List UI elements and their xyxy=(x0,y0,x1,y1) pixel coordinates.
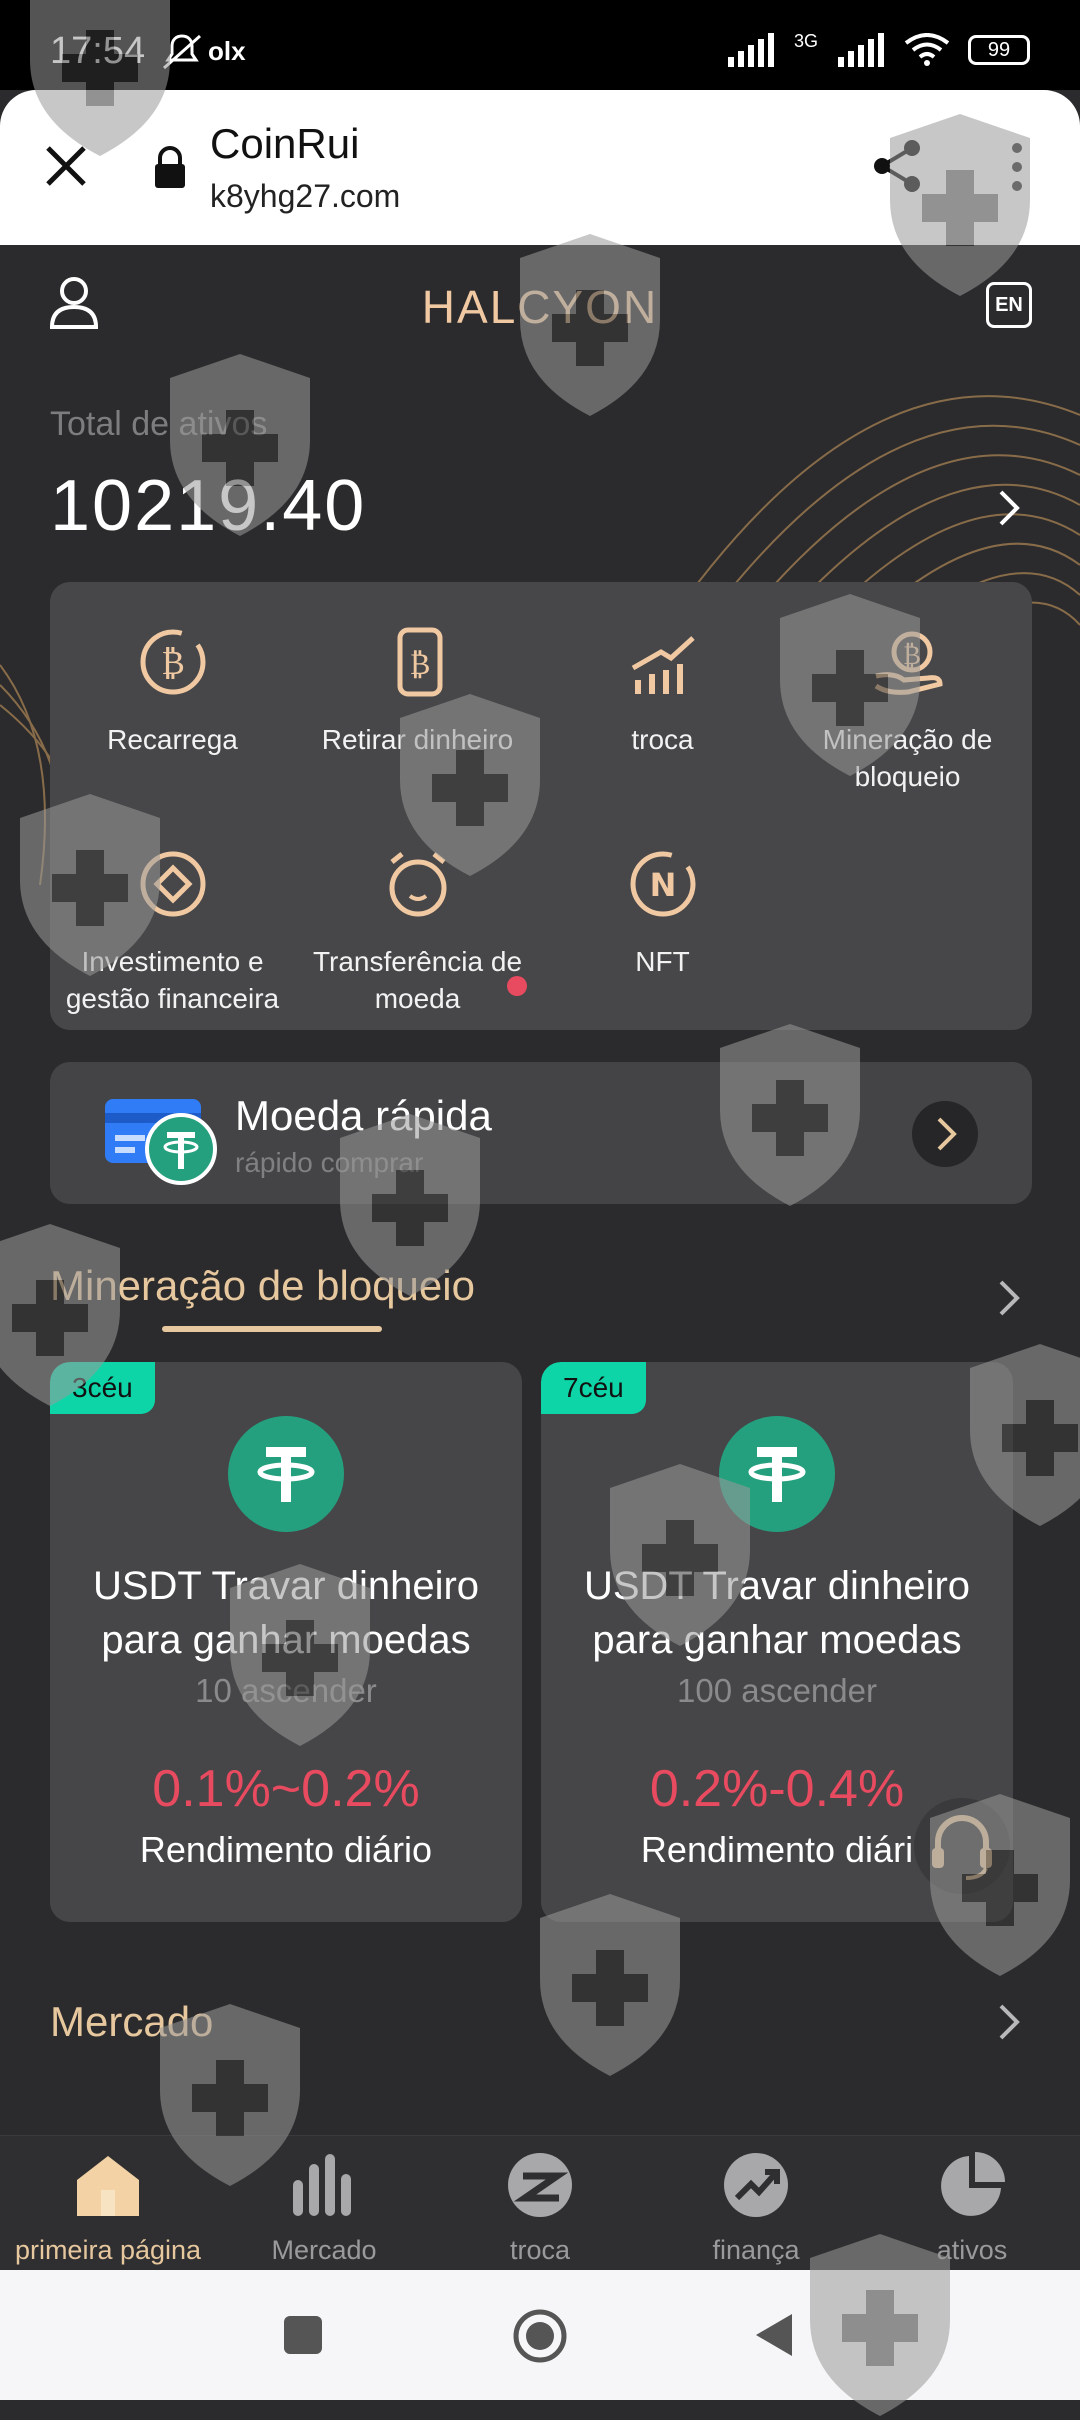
menu-label: Recarrega xyxy=(107,724,238,755)
language-button[interactable]: EN xyxy=(986,282,1032,328)
wifi-icon xyxy=(904,33,950,66)
nft-icon: N xyxy=(630,851,695,917)
quick-coin-arrow-button[interactable] xyxy=(912,1101,978,1167)
usdt-icon xyxy=(228,1416,344,1532)
mining-card-title: USDT Travar dinheiro para ganhar moedas xyxy=(541,1559,1013,1667)
bitcoin-wallet-icon: ₿ xyxy=(397,627,442,697)
svg-text:N: N xyxy=(649,866,676,904)
menu-item-investment[interactable]: Investimento e gestão financeira xyxy=(50,844,295,1017)
menu-item-transfer[interactable]: Transferência de moeda xyxy=(295,844,540,1017)
site-url: k8yhg27.com xyxy=(210,178,401,214)
mining-badge: 7céu xyxy=(541,1362,646,1414)
mining-section-title: Mineração de bloqueio xyxy=(50,1262,475,1309)
chevron-right-icon xyxy=(937,1117,957,1151)
mining-rate: 0.1%~0.2% xyxy=(152,1760,420,1818)
share-icon[interactable] xyxy=(870,138,926,199)
alarm-clock-icon xyxy=(389,852,446,917)
bar-chart-icon xyxy=(293,2154,351,2216)
customer-service-button[interactable] xyxy=(914,1798,1010,1894)
signal-icon-2 xyxy=(838,33,884,67)
notification-dot xyxy=(507,976,527,996)
pie-chart-icon xyxy=(941,2152,1005,2216)
quick-coin-subtitle: rápido comprar xyxy=(235,1147,424,1178)
title-line-2: para ganhar moedas xyxy=(101,1618,471,1662)
nav-finance[interactable]: finança xyxy=(648,2150,864,2266)
nav-label: troca xyxy=(509,2235,571,2265)
nav-trade[interactable]: troca xyxy=(432,2150,648,2266)
close-icon[interactable] xyxy=(42,142,90,195)
menu-label: Retirar dinheiro xyxy=(321,724,514,755)
menu-item-mining[interactable]: ₿ Mineração de bloqueio xyxy=(785,622,1030,795)
svg-text:₿: ₿ xyxy=(903,641,921,671)
nav-market[interactable]: Mercado xyxy=(216,2150,432,2266)
exchange-icon xyxy=(508,2153,572,2217)
card-icon xyxy=(105,1095,225,1190)
mining-more-chevron-icon[interactable] xyxy=(995,1278,1023,1323)
bitcoin-cycle-icon: ₿ xyxy=(140,629,205,695)
title-line-2: para ganhar moedas xyxy=(592,1618,962,1662)
svg-text:₿: ₿ xyxy=(161,643,185,683)
menu-item-trade[interactable]: troca xyxy=(540,622,785,758)
recent-apps-icon[interactable] xyxy=(284,2316,322,2354)
app-title: HALCYON xyxy=(421,281,659,333)
menu-item-nft[interactable]: N NFT xyxy=(540,844,785,980)
site-title: CoinRui xyxy=(210,120,360,167)
title-line-1: USDT Travar dinheiro xyxy=(92,1564,480,1608)
diamond-circle-icon xyxy=(140,851,205,917)
menu-label: Mineração de bloqueio xyxy=(822,724,993,792)
mining-rate-label: Rendimento diário xyxy=(139,1829,433,1870)
menu-label: troca xyxy=(631,724,694,755)
status-icons: 3G 99 xyxy=(726,30,1030,70)
quick-coin-title: Moeda rápida xyxy=(235,1092,492,1139)
headset-icon xyxy=(932,1815,992,1880)
svg-text:₿: ₿ xyxy=(409,647,430,682)
market-more-chevron-icon[interactable] xyxy=(995,2002,1023,2047)
nav-label: finança xyxy=(712,2235,800,2265)
usdt-icon xyxy=(719,1416,835,1532)
chevron-right-icon[interactable] xyxy=(995,488,1023,533)
signal-icon xyxy=(727,33,774,67)
menu-card: ₿ Recarrega ₿ Retirar dinheiro troca ₿ M… xyxy=(50,582,1032,1030)
network-type: 3G xyxy=(793,30,818,51)
menu-label: NFT xyxy=(635,946,690,977)
nav-label: ativos xyxy=(936,2235,1008,2265)
growth-icon xyxy=(724,2153,788,2217)
back-icon[interactable] xyxy=(752,2310,796,2365)
market-section-title: Mercado xyxy=(50,1998,214,2045)
menu-item-recharge[interactable]: ₿ Recarrega xyxy=(50,622,295,758)
battery-icon: 99 xyxy=(968,35,1030,65)
mining-badge: 3céu xyxy=(50,1362,155,1414)
menu-label: Investimento e gestão financeira xyxy=(65,946,280,1014)
nav-label: Mercado xyxy=(271,2235,377,2265)
total-assets-value: 10219.40 xyxy=(50,466,367,546)
home-button-icon[interactable] xyxy=(512,2308,568,2369)
total-assets-label: Total de ativos xyxy=(50,405,268,443)
nav-home[interactable]: primeira página xyxy=(0,2150,216,2266)
bitcoin-hand-icon: ₿ xyxy=(874,631,943,695)
lock-icon xyxy=(152,146,188,195)
mining-card-1[interactable]: 3céu USDT Travar dinheiro para ganhar moe… xyxy=(50,1362,522,1922)
mining-card-title: USDT Travar dinheiro para ganhar moedas xyxy=(50,1559,522,1667)
menu-item-withdraw[interactable]: ₿ Retirar dinheiro xyxy=(295,622,540,758)
status-time: 17:54 xyxy=(50,30,146,72)
trend-chart-icon xyxy=(631,636,695,694)
home-icon xyxy=(77,2156,139,2216)
more-menu-icon[interactable] xyxy=(1010,142,1024,197)
mute-icon xyxy=(160,32,204,77)
mining-min-amount: 10 ascender xyxy=(195,1672,377,1709)
mining-min-amount: 100 ascender xyxy=(677,1672,877,1709)
olx-icon: olx xyxy=(208,36,246,66)
menu-label: Transferência de moeda xyxy=(312,946,523,1014)
title-line-1: USDT Travar dinheiro xyxy=(583,1564,971,1608)
nav-label: primeira página xyxy=(14,2235,202,2265)
section-underline xyxy=(162,1326,382,1332)
nav-assets[interactable]: ativos xyxy=(864,2150,1080,2266)
